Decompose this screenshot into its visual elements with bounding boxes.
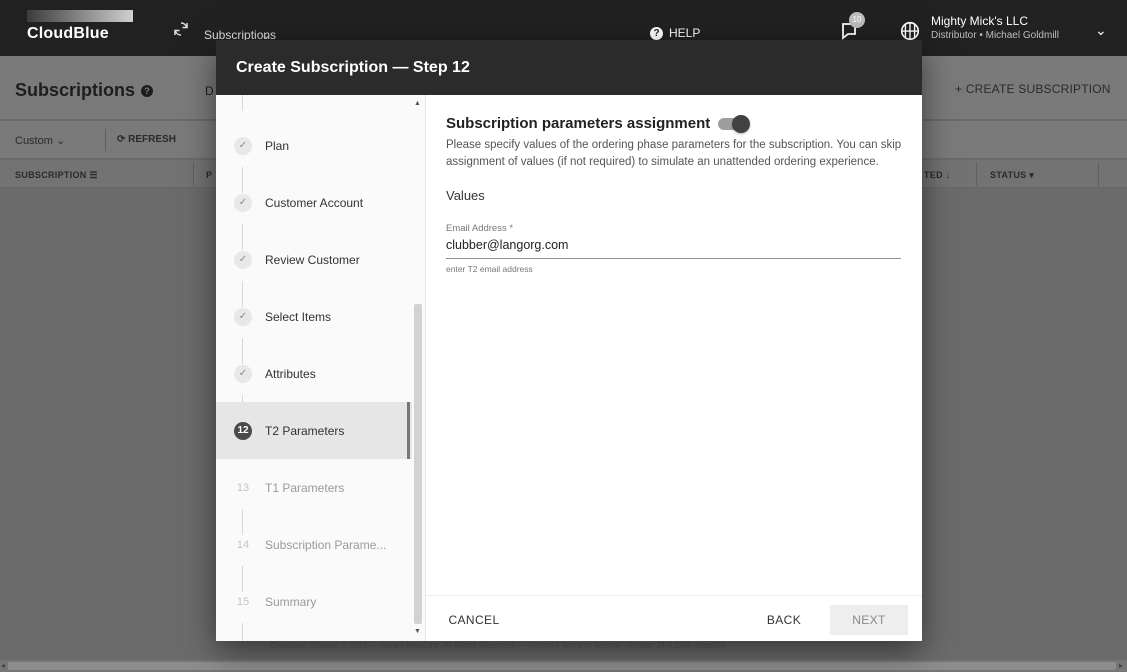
section-title: Subscription parameters assignment bbox=[446, 114, 902, 133]
scroll-down-icon[interactable]: ▼ bbox=[414, 628, 421, 635]
page-title: Subscriptions ? bbox=[15, 80, 154, 101]
column-partial[interactable]: P bbox=[206, 170, 212, 180]
tab-partial[interactable]: D bbox=[205, 84, 214, 98]
step-number: 14 bbox=[236, 538, 250, 551]
scroll-right-icon[interactable]: ▸ bbox=[1119, 661, 1123, 670]
refresh-button[interactable]: ⟳ REFRESH bbox=[117, 134, 176, 145]
footer-text: CloudBlue Connect © 2022 — Ingram Micro … bbox=[270, 641, 725, 650]
toolbar-divider bbox=[105, 129, 106, 151]
next-button[interactable]: NEXT bbox=[830, 605, 908, 635]
section-title-text: Subscription parameters assignment bbox=[446, 115, 711, 132]
step-t1-parameters[interactable]: 13 T1 Parameters bbox=[216, 459, 412, 516]
step-label: Attributes bbox=[265, 366, 316, 381]
dialog-header: Create Subscription — Step 12 bbox=[216, 40, 922, 95]
create-subscription-button[interactable]: + CREATE SUBSCRIPTION bbox=[955, 82, 1111, 96]
wizard-steps: ✓ Plan ✓ Customer Account ✓ Review Custo… bbox=[216, 95, 426, 641]
chevron-down-icon[interactable]: ⌄ bbox=[1095, 22, 1107, 39]
step-label: T1 Parameters bbox=[265, 480, 345, 495]
check-icon: ✓ bbox=[234, 364, 252, 383]
check-icon: ✓ bbox=[234, 136, 252, 155]
view-filter-dropdown[interactable]: Custom ⌄ bbox=[15, 134, 65, 147]
email-field-label: Email Address * bbox=[446, 223, 514, 234]
back-button[interactable]: BACK bbox=[754, 605, 814, 635]
column-divider bbox=[193, 162, 194, 186]
info-icon[interactable]: ? bbox=[141, 84, 154, 97]
account-role: Distributor • Michael Goldmill bbox=[931, 30, 1059, 41]
section-description: Please specify values of the ordering ph… bbox=[446, 139, 902, 168]
notification-badge: 10 bbox=[849, 12, 865, 28]
step-label: Select Items bbox=[265, 309, 332, 324]
toggle-knob bbox=[732, 114, 751, 133]
dialog-actions: CANCEL BACK NEXT bbox=[426, 595, 922, 641]
step-summary[interactable]: 15 Summary bbox=[216, 573, 412, 630]
step-review-customer[interactable]: ✓ Review Customer bbox=[216, 231, 412, 288]
step-plan[interactable]: ✓ Plan bbox=[216, 117, 412, 174]
create-subscription-dialog: Create Subscription — Step 12 ✓ Plan ✓ C… bbox=[216, 40, 922, 641]
step-attributes[interactable]: ✓ Attributes bbox=[216, 345, 412, 402]
step-label: Customer Account bbox=[265, 195, 364, 210]
account-switcher-icon[interactable] bbox=[899, 20, 921, 42]
column-divider bbox=[1098, 162, 1099, 186]
active-step-indicator bbox=[407, 402, 410, 459]
column-subscription[interactable]: SUBSCRIPTION ☰ bbox=[15, 170, 98, 181]
step-t2-parameters[interactable]: 12 T2 Parameters bbox=[216, 402, 412, 459]
step-customer-account[interactable]: ✓ Customer Account bbox=[216, 174, 412, 231]
scroll-up-icon[interactable]: ▲ bbox=[414, 100, 421, 107]
check-icon: ✓ bbox=[234, 193, 252, 212]
parameters-toggle[interactable] bbox=[718, 114, 751, 133]
step-subscription-parameters[interactable]: 14 Subscription Parame... bbox=[216, 516, 412, 573]
email-field[interactable] bbox=[446, 238, 901, 259]
page-title-text: Subscriptions bbox=[15, 80, 136, 100]
step-label: Review Customer bbox=[265, 252, 360, 267]
cloudblue-logo[interactable]: CloudBlue bbox=[27, 10, 139, 46]
help-icon: ? bbox=[650, 26, 663, 40]
logo-graphic bbox=[27, 10, 133, 22]
column-status[interactable]: STATUS ▾ bbox=[990, 170, 1034, 181]
column-divider bbox=[976, 162, 977, 186]
values-heading: Values bbox=[446, 188, 485, 203]
steps-scrollbar-thumb[interactable] bbox=[414, 304, 422, 624]
step-label: Summary bbox=[265, 594, 317, 609]
step-number: 15 bbox=[236, 595, 250, 608]
help-label: HELP bbox=[669, 26, 701, 40]
step-content: Subscription parameters assignment Pleas… bbox=[426, 95, 922, 595]
email-field-hint: enter T2 email address bbox=[446, 264, 533, 274]
logo-text: CloudBlue bbox=[27, 25, 109, 42]
scrollbar-thumb[interactable] bbox=[8, 662, 1116, 670]
step-connector bbox=[242, 95, 243, 111]
help-button[interactable]: ? HELP bbox=[650, 26, 700, 40]
dialog-title: Create Subscription — Step 12 bbox=[236, 59, 470, 76]
check-icon: ✓ bbox=[234, 307, 252, 326]
step-label: Plan bbox=[265, 138, 290, 153]
sync-icon bbox=[174, 22, 188, 36]
step-number-badge: 12 bbox=[234, 421, 252, 440]
step-select-items[interactable]: ✓ Select Items bbox=[216, 288, 412, 345]
step-label: T2 Parameters bbox=[265, 423, 345, 438]
scroll-left-icon[interactable]: ◂ bbox=[1, 661, 5, 670]
step-label: Subscription Parame... bbox=[265, 537, 387, 552]
cancel-button[interactable]: CANCEL bbox=[444, 605, 504, 635]
account-name[interactable]: Mighty Mick's LLC bbox=[931, 14, 1028, 28]
check-icon: ✓ bbox=[234, 250, 252, 269]
column-created[interactable]: TED ↓ bbox=[924, 170, 951, 180]
step-number: 13 bbox=[236, 481, 250, 494]
